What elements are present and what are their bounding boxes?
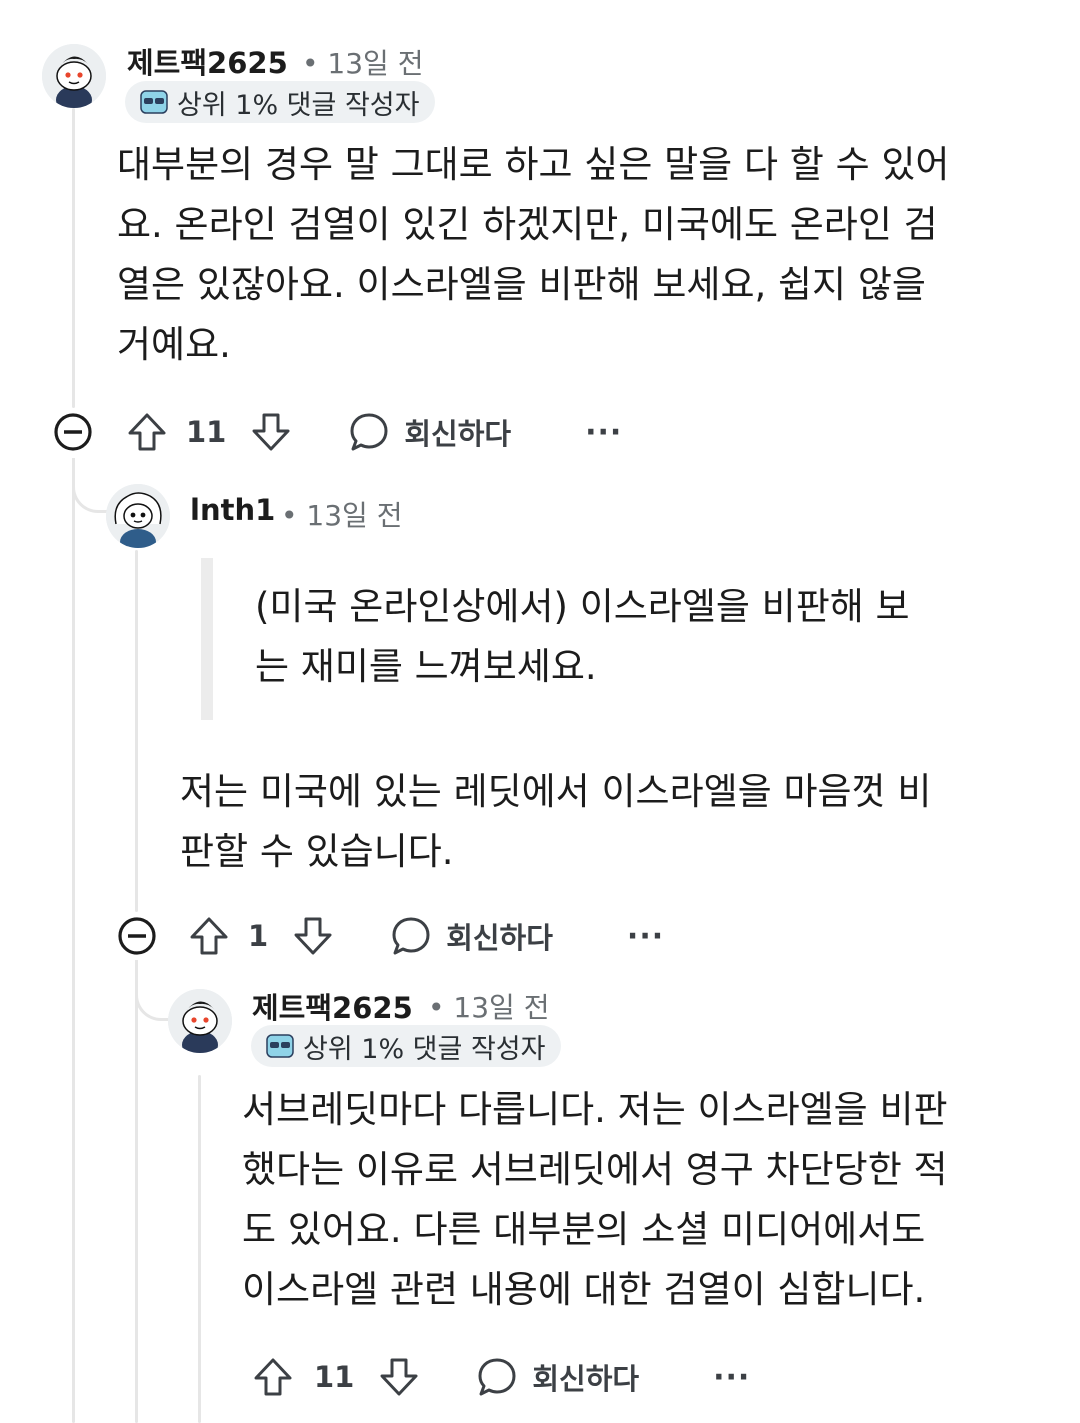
thread-line-level-1-lower[interactable] xyxy=(72,458,75,1423)
quote-line: (미국 온라인상에서) 이스라엘을 비판해 보 xyxy=(255,585,910,628)
upvote-arrow-icon[interactable] xyxy=(188,915,230,957)
avatar[interactable] xyxy=(42,44,106,108)
more-options-icon[interactable]: ··· xyxy=(585,415,622,450)
reply-connector xyxy=(135,960,172,1021)
speech-bubble-icon xyxy=(350,413,388,451)
thread-line-level-3[interactable] xyxy=(198,1075,201,1423)
comment-line: 했다는 이유로 서브레딧에서 영구 차단당한 적 xyxy=(242,1148,948,1191)
downvote-arrow-icon[interactable] xyxy=(378,1356,420,1398)
top-commenter-badge: 상위 1% 댓글 작성자 xyxy=(125,81,436,123)
snoo-avatar-icon xyxy=(42,44,106,108)
quote-line: 는 재미를 느껴보세요. xyxy=(255,645,597,688)
more-options-icon[interactable]: ··· xyxy=(627,919,664,954)
vote-count: 11 xyxy=(314,1360,355,1394)
comment-action-bar: 1 회신하다 ··· xyxy=(116,914,664,958)
comment-line: 대부분의 경우 말 그대로 하고 싶은 말을 다 할 수 있어 xyxy=(117,143,950,186)
quote-bar xyxy=(201,558,213,720)
avatar[interactable] xyxy=(168,989,232,1053)
reply-button[interactable]: 회신하다 xyxy=(476,1356,639,1398)
comment-line: 도 있어요. 다른 대부분의 소셜 미디어에서도 xyxy=(242,1208,926,1251)
comment-body: 대부분의 경우 말 그대로 하고 싶은 말을 다 할 수 있어 요. 온라인 검… xyxy=(117,135,1037,375)
vote-count: 1 xyxy=(248,919,269,953)
comment-author[interactable]: 제트팩2625 xyxy=(127,40,288,82)
comment-body: 서브레딧마다 다릅니다. 저는 이스라엘을 비판 했다는 이유로 서브레딧에서 … xyxy=(242,1080,1062,1320)
comment-line: 판할 수 있습니다. xyxy=(180,830,454,873)
quoted-text: (미국 온라인상에서) 이스라엘을 비판해 보 는 재미를 느껴보세요. xyxy=(255,577,1045,697)
snoo-avatar-icon xyxy=(168,989,232,1053)
reply-label: 회신하다 xyxy=(532,1362,640,1396)
more-options-icon[interactable]: ··· xyxy=(713,1360,750,1395)
vote-count: 11 xyxy=(186,415,227,449)
thread-line-level-2[interactable] xyxy=(135,550,138,912)
sunglasses-icon xyxy=(266,1034,294,1058)
collapse-minus-icon[interactable] xyxy=(52,411,94,453)
reply-button[interactable]: 회신하다 xyxy=(390,915,553,957)
comment-line: 서브레딧마다 다릅니다. 저는 이스라엘을 비판 xyxy=(242,1088,948,1131)
comment-line: 이스라엘 관련 내용에 대한 검열이 심합니다. xyxy=(242,1268,926,1311)
badge-label: 상위 1% 댓글 작성자 xyxy=(177,89,420,121)
reply-label: 회신하다 xyxy=(446,921,553,955)
thread-line-level-1[interactable] xyxy=(72,108,75,408)
speech-bubble-icon xyxy=(392,917,430,955)
speech-bubble-icon xyxy=(478,1358,516,1396)
reply-connector xyxy=(72,458,109,513)
comment-line: 거예요. xyxy=(117,323,231,366)
comment-timestamp: • 13일 전 xyxy=(281,499,403,532)
comment-timestamp: • 13일 전 xyxy=(428,991,550,1024)
comment-author[interactable]: lnth1 xyxy=(190,493,275,527)
collapse-minus-icon[interactable] xyxy=(116,915,158,957)
comment-action-bar: 11 회신하다 ··· xyxy=(252,1355,750,1399)
comment-author[interactable]: 제트팩2625 xyxy=(252,985,413,1027)
snoo-avatar-icon xyxy=(106,484,170,548)
sunglasses-icon xyxy=(140,90,168,114)
comment-line: 열은 있잖아요. 이스라엘을 비판해 보세요, 쉽지 않을 xyxy=(117,263,926,306)
reply-button[interactable]: 회신하다 xyxy=(348,411,511,453)
avatar[interactable] xyxy=(106,484,170,548)
reply-label: 회신하다 xyxy=(404,417,512,451)
downvote-arrow-icon[interactable] xyxy=(292,915,334,957)
comment-line: 요. 온라인 검열이 있긴 하겠지만, 미국에도 온라인 검 xyxy=(117,203,938,246)
comment-line: 저는 미국에 있는 레딧에서 이스라엘을 마음껏 비 xyxy=(180,770,932,813)
downvote-arrow-icon[interactable] xyxy=(250,411,292,453)
comment-action-bar: 11 회신하다 ··· xyxy=(52,410,622,454)
badge-label: 상위 1% 댓글 작성자 xyxy=(303,1033,546,1065)
comment-body: 저는 미국에 있는 레딧에서 이스라엘을 마음껏 비 판할 수 있습니다. xyxy=(180,762,1040,882)
top-commenter-badge: 상위 1% 댓글 작성자 xyxy=(251,1025,562,1067)
thread-line-level-2-lower[interactable] xyxy=(135,960,138,1423)
upvote-arrow-icon[interactable] xyxy=(126,411,168,453)
comment-timestamp: • 13일 전 xyxy=(302,47,424,80)
upvote-arrow-icon[interactable] xyxy=(252,1356,294,1398)
